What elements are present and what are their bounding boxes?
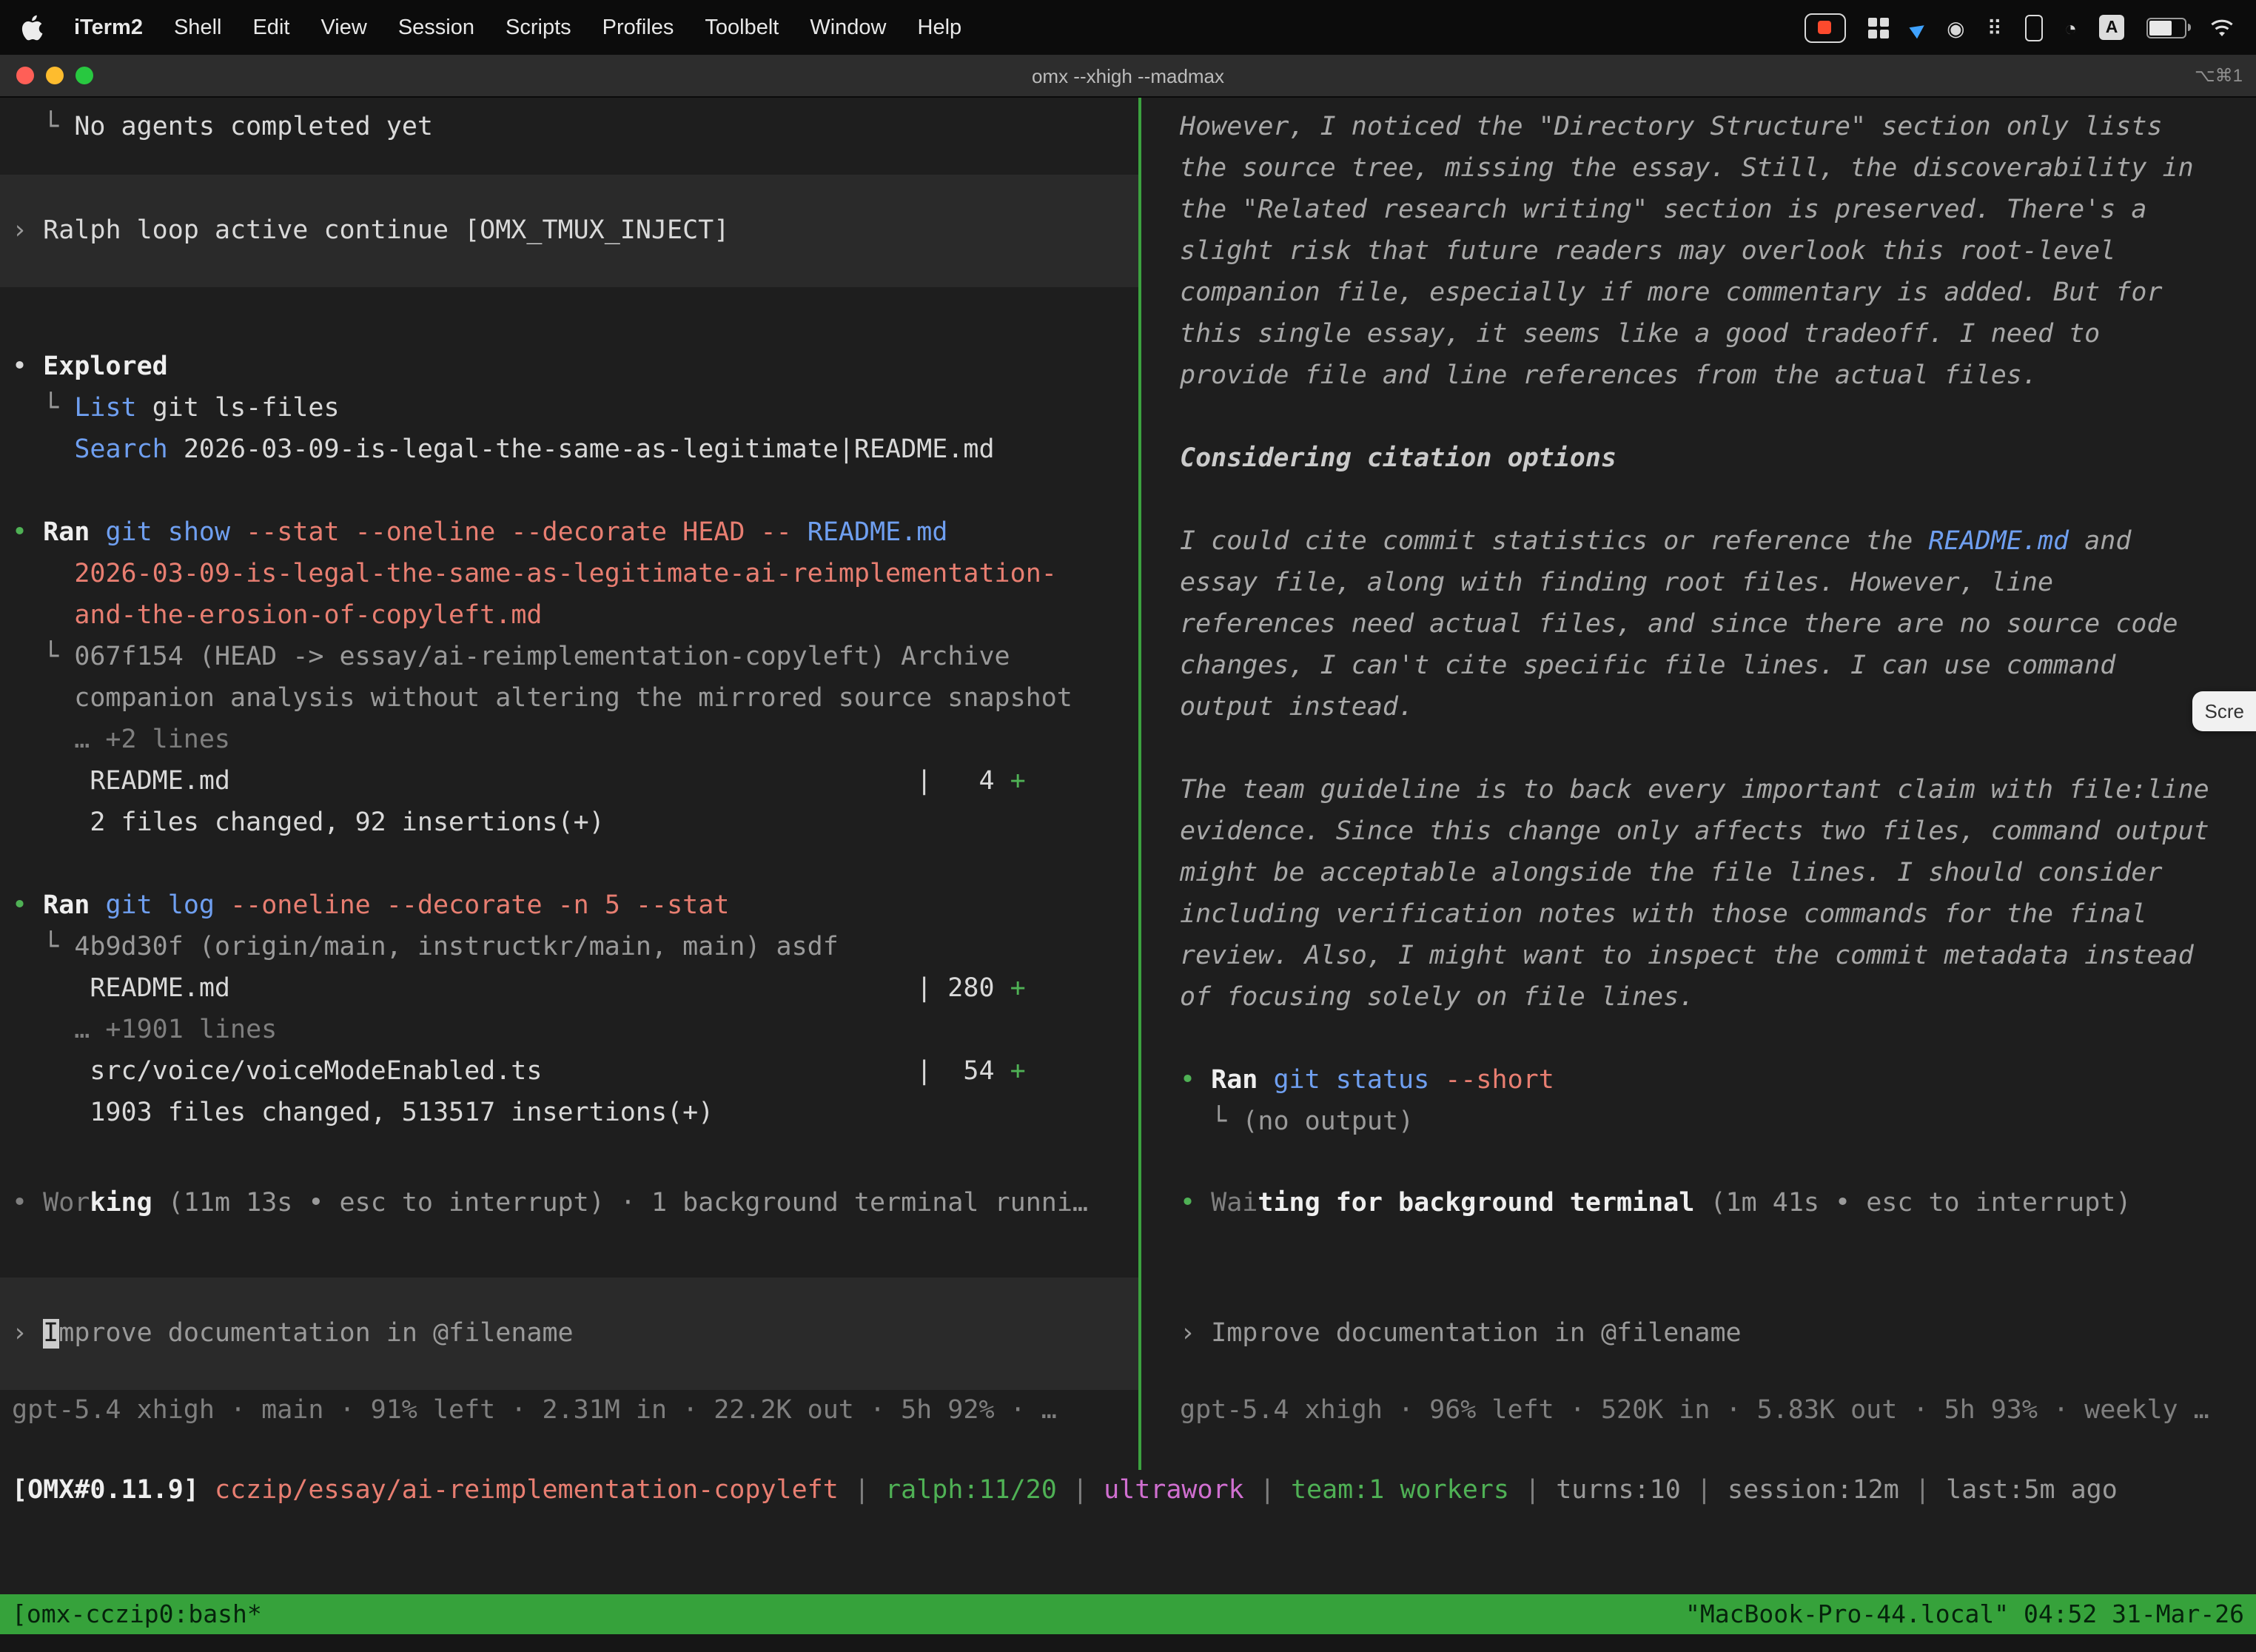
right-pane: However, I noticed the "Directory Struct… (1141, 98, 2256, 1470)
window-title: omx --xhigh --madmax (1032, 64, 1224, 87)
left-pane: └ No agents completed yet › Ralph loop a… (0, 98, 1138, 1470)
apple-logo-icon (21, 14, 43, 41)
menu-bar: iTerm2 Shell Edit View Session Scripts P… (0, 0, 2256, 55)
terminal-line: Search 2026-03-09-is-legal-the-same-as-l… (0, 429, 1138, 471)
reasoning-line: references need actual files, and since … (1141, 604, 2256, 645)
model-status-line: gpt-5.4 xhigh · 96% left · 520K in · 5.8… (1141, 1390, 2256, 1431)
model-status-line: gpt-5.4 xhigh · main · 91% left · 2.31M … (0, 1390, 1138, 1431)
reasoning-line: the source tree, missing the essay. Stil… (1141, 148, 2256, 189)
terminal-line: └ (no output) (1141, 1101, 2256, 1143)
battery-icon[interactable] (2146, 17, 2186, 38)
menu-iterm2[interactable]: iTerm2 (74, 16, 143, 39)
record-dot-icon (1819, 21, 1832, 34)
reasoning-line: However, I noticed the "Directory Struct… (1141, 107, 2256, 148)
traffic-lights (0, 67, 93, 84)
terminal-line: and-the-erosion-of-copyleft.md (0, 595, 1138, 637)
phone-mirroring-icon[interactable] (2024, 14, 2042, 41)
app-grid-icon[interactable]: ⠿ (1987, 17, 2003, 38)
diffstat-line: README.md | 4 + (0, 761, 1138, 802)
battery-fill (2149, 20, 2172, 35)
diffstat-line: src/voice/voiceModeEnabled.ts | 54 + (0, 1051, 1138, 1092)
reasoning-line: The team guideline is to back every impo… (1141, 770, 2256, 811)
reasoning-line: output instead. (1141, 687, 2256, 728)
wifi-icon[interactable] (2209, 17, 2235, 38)
title-bar[interactable]: omx --xhigh --madmax ⌥⌘1 (0, 55, 2256, 98)
prompt-input-text: › Improve documentation in @filename (1141, 1313, 2256, 1354)
menu-view[interactable]: View (320, 16, 366, 39)
terminal-line: 2026-03-09-is-legal-the-same-as-legitima… (0, 554, 1138, 595)
screen-recording-indicator-icon[interactable] (1805, 13, 1846, 42)
reasoning-line: slight risk that future readers may over… (1141, 231, 2256, 272)
close-button[interactable] (16, 67, 34, 84)
reasoning-heading: Considering citation options (1141, 438, 2256, 480)
working-status-line: • Working (11m 13s • esc to interrupt) ·… (0, 1183, 1138, 1224)
terminal-line: └ 067f154 (HEAD -> essay/ai-reimplementa… (0, 637, 1138, 678)
reasoning-line: might be acceptable alongside the file l… (1141, 853, 2256, 894)
explored-header: • Explored (0, 346, 1138, 388)
screen-share-overlay[interactable]: Scre (2193, 691, 2256, 731)
menu-shell[interactable]: Shell (174, 16, 222, 39)
terminal-line: └ 4b9d30f (origin/main, instructkr/main,… (0, 927, 1138, 968)
tmux-session-label: [omx-cczip0:bash* (12, 1600, 262, 1628)
gauge-icon[interactable]: ◔ (2064, 17, 2077, 38)
menu-help[interactable]: Help (918, 16, 962, 39)
window-shortcut-badge: ⌥⌘1 (2195, 65, 2243, 86)
diffstat-line: README.md | 280 + (0, 968, 1138, 1010)
diffstat-summary-line: 1903 files changed, 513517 insertions(+) (0, 1092, 1138, 1134)
reasoning-line: the "Related research writing" section i… (1141, 189, 2256, 231)
reasoning-line: essay file, along with finding root file… (1141, 563, 2256, 604)
ran-git-show-line: • Ran git show --stat --oneline --decora… (0, 512, 1138, 554)
terminal-line: … +2 lines (0, 719, 1138, 761)
menu-profiles[interactable]: Profiles (602, 16, 674, 39)
tmux-host-time-label: "MacBook-Pro-44.local" 04:52 31-Mar-26 (1685, 1600, 2244, 1628)
reasoning-line: including verification notes with those … (1141, 894, 2256, 936)
reasoning-line: companion file, especially if more comme… (1141, 272, 2256, 314)
reasoning-line: review. Also, I might want to inspect th… (1141, 936, 2256, 977)
circle-status-icon[interactable]: ◉ (1947, 17, 1964, 38)
reasoning-line: evidence. Since this change only affects… (1141, 811, 2256, 853)
menu-edit[interactable]: Edit (252, 16, 289, 39)
ran-git-status-line: • Ran git status --short (1141, 1060, 2256, 1101)
terminal-line: companion analysis without altering the … (0, 678, 1138, 719)
omx-status-line: [OMX#0.11.9] cczip/essay/ai-reimplementa… (0, 1470, 2256, 1511)
screen: iTerm2 Shell Edit View Session Scripts P… (0, 0, 2256, 1652)
keyboard-input-icon[interactable]: A (2099, 15, 2124, 40)
reasoning-line: of focusing solely on file lines. (1141, 977, 2256, 1018)
reasoning-line: I could cite commit statistics or refere… (1141, 521, 2256, 563)
apple-menu[interactable] (21, 14, 43, 41)
agents-status-line: └ No agents completed yet (0, 107, 1138, 148)
prompt-input-inactive[interactable]: › Improve documentation in @filename (1141, 1277, 2256, 1390)
terminal-line: … +1901 lines (0, 1010, 1138, 1051)
diffstat-summary-line: 2 files changed, 92 insertions(+) (0, 802, 1138, 844)
zoom-button[interactable] (75, 67, 93, 84)
tmux-status-bar: [omx-cczip0:bash* "MacBook-Pro-44.local"… (0, 1594, 2256, 1634)
minimize-button[interactable] (46, 67, 64, 84)
ralph-loop-text: › Ralph loop active continue [OMX_TMUX_I… (0, 210, 1138, 252)
menu-scripts[interactable]: Scripts (506, 16, 571, 39)
location-arrow-icon[interactable]: ▶ (1907, 16, 1928, 38)
prompt-input-text: › Improve documentation in @filename (0, 1313, 1138, 1354)
desktop: iTerm2 Shell Edit View Session Scripts P… (0, 0, 2256, 1652)
menu-session[interactable]: Session (398, 16, 474, 39)
terminal-panes: └ No agents completed yet › Ralph loop a… (0, 98, 2256, 1470)
prompt-input[interactable]: › Improve documentation in @filename (0, 1277, 1138, 1390)
window-grid-icon[interactable] (1868, 17, 1889, 38)
reasoning-line: this single essay, it seems like a good … (1141, 314, 2256, 355)
ralph-loop-banner: › Ralph loop active continue [OMX_TMUX_I… (0, 175, 1138, 287)
ran-git-log-line: • Ran git log --oneline --decorate -n 5 … (0, 885, 1138, 927)
terminal-line: └ List git ls-files (0, 388, 1138, 429)
menu-window[interactable]: Window (810, 16, 886, 39)
reasoning-line: changes, I can't cite specific file line… (1141, 645, 2256, 687)
menu-toolbelt[interactable]: Toolbelt (705, 16, 779, 39)
waiting-status-line: • Waiting for background terminal (1m 41… (1141, 1183, 2256, 1224)
reasoning-line: provide file and line references from th… (1141, 355, 2256, 397)
window-bottom-edge (0, 1634, 2256, 1652)
